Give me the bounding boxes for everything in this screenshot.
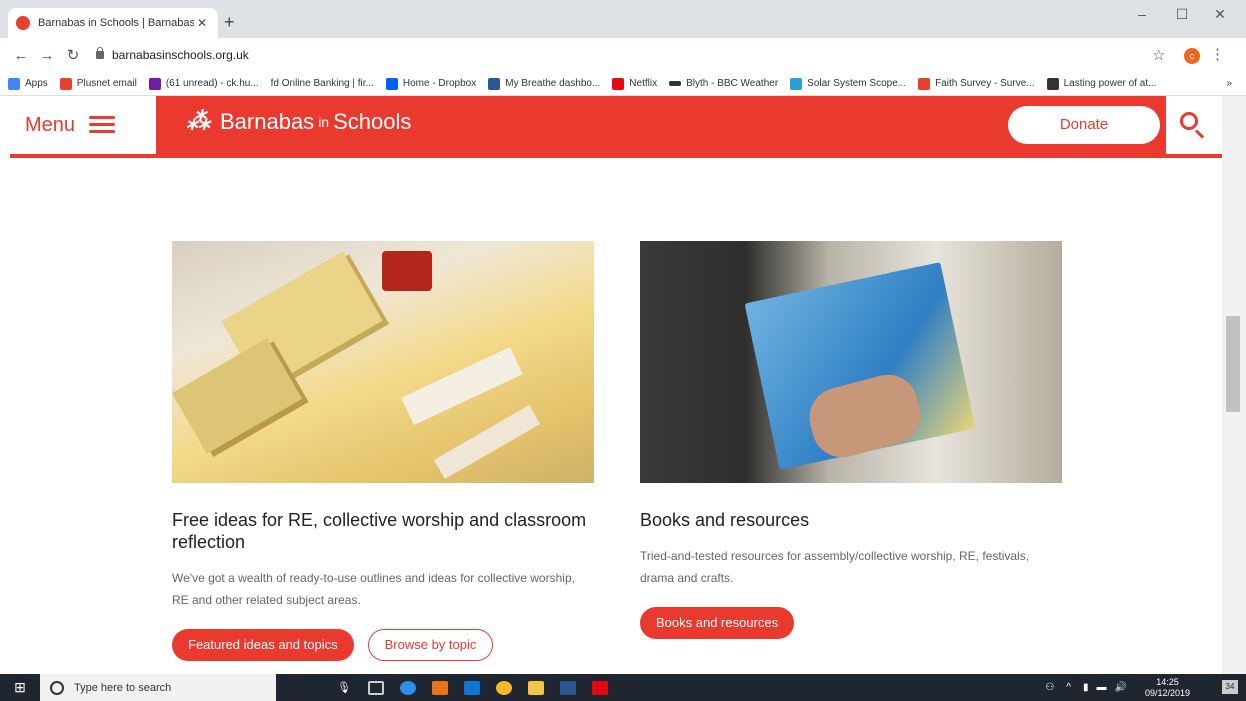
card-title: Books and resources	[640, 510, 810, 530]
apps-icon	[8, 77, 20, 90]
url-text: barnabasinschools.org.uk	[112, 48, 249, 62]
books-photo-image	[640, 241, 1062, 483]
dropbox-icon	[385, 77, 398, 90]
windows-start-icon[interactable]: ⊞	[0, 679, 40, 696]
notification-center-icon[interactable]: 34	[1222, 680, 1238, 694]
solar-system-icon	[790, 77, 803, 90]
search-button[interactable]	[1166, 96, 1222, 154]
bookmark-item[interactable]: Blyth - BBC Weather	[669, 78, 778, 89]
system-tray: ⚇ ^ ▮ ▬ 🔊 14:25 09/12/2019	[1045, 674, 1190, 701]
featured-ideas-button[interactable]: Featured ideas and topics	[172, 629, 354, 661]
bookmark-star-icon[interactable]: ☆	[1152, 46, 1165, 64]
chrome-menu-icon[interactable]: ⋮	[1210, 45, 1225, 63]
netflix-app-icon[interactable]	[584, 674, 616, 701]
yahoo-mail-icon	[148, 77, 161, 90]
bookmarks-bar: Apps Plusnet email (61 unread) - ck.hu..…	[0, 72, 1246, 96]
bookmark-item[interactable]: Apps	[8, 77, 48, 90]
profile-avatar[interactable]: c	[1184, 48, 1200, 64]
file-explorer-icon[interactable]	[520, 674, 552, 701]
cortana-icon	[50, 680, 64, 695]
back-icon[interactable]: ←	[8, 47, 34, 64]
outlook-icon[interactable]	[456, 674, 488, 701]
taskbar-search-input[interactable]: Type here to search	[40, 674, 276, 701]
bookmark-item[interactable]: Plusnet email	[59, 77, 137, 90]
card-description: We've got a wealth of ready-to-use outli…	[172, 571, 575, 607]
show-hidden-icons-icon[interactable]: ^	[1066, 682, 1071, 693]
site-header: Menu ⁂ Barnabas in Schools Donate	[10, 96, 1222, 156]
netflix-icon	[612, 77, 625, 90]
menu-button[interactable]: Menu	[10, 96, 156, 154]
plusnet-icon	[59, 77, 72, 90]
close-tab-icon[interactable]: ✕	[194, 16, 210, 30]
browser-tab[interactable]: Barnabas in Schools | Barnabas i ✕	[8, 8, 218, 38]
network-icon[interactable]: ▮	[1083, 682, 1089, 693]
more-bookmarks-icon[interactable]: »	[1226, 78, 1232, 89]
window-close-icon[interactable]: ✕	[1200, 6, 1240, 23]
search-icon	[1180, 112, 1198, 130]
hamburger-icon	[89, 116, 116, 134]
scrollbar-thumb[interactable]	[1226, 316, 1240, 412]
url-field[interactable]: barnabasinschools.org.uk	[96, 47, 249, 62]
maximize-icon[interactable]: ☐	[1162, 6, 1202, 23]
tab-title: Barnabas in Schools | Barnabas i	[38, 17, 194, 29]
bookmark-item[interactable]: (61 unread) - ck.hu...	[148, 77, 259, 90]
edge-icon[interactable]	[392, 674, 424, 701]
barnabas-figures-icon: ⁂	[186, 108, 210, 135]
task-view-icon[interactable]	[360, 674, 392, 701]
card-books-resources: Books and resources Tried-and-tested res…	[640, 241, 1062, 639]
document-icon	[1046, 77, 1059, 90]
card-title: Free ideas for RE, collective worship an…	[172, 510, 587, 552]
bookmark-item[interactable]: Netflix	[612, 77, 657, 90]
battery-icon[interactable]: ▬	[1097, 682, 1107, 693]
donate-button[interactable]: Donate	[1008, 106, 1160, 144]
new-tab-icon[interactable]: +	[224, 12, 235, 33]
survey-icon	[918, 77, 931, 90]
card-free-ideas: Free ideas for RE, collective worship an…	[172, 241, 594, 661]
volume-icon[interactable]: 🔊	[1115, 682, 1127, 693]
reload-icon[interactable]: ↻	[60, 46, 86, 64]
forward-icon[interactable]: →	[34, 47, 60, 64]
bookmark-item[interactable]: My Breathe dashbo...	[488, 77, 600, 90]
bookmark-item[interactable]: Faith Survey - Surve...	[918, 77, 1035, 90]
header-underline	[10, 156, 1222, 158]
browse-by-topic-button[interactable]: Browse by topic	[367, 629, 494, 661]
page-scrollbar[interactable]	[1222, 96, 1246, 674]
chrome-icon[interactable]	[488, 674, 520, 701]
address-bar-row: ← → ↻ barnabasinschools.org.uk	[0, 38, 1246, 72]
bookmark-item[interactable]: Lasting power of at...	[1046, 77, 1156, 90]
page-viewport: Menu ⁂ Barnabas in Schools Donate Free i…	[0, 96, 1222, 674]
books-and-resources-button[interactable]: Books and resources	[640, 607, 795, 639]
minimize-icon[interactable]: –	[1122, 6, 1162, 22]
wooden-blocks-image	[172, 241, 594, 483]
bbc-icon	[669, 81, 682, 86]
windows-taskbar: ⊞ Type here to search 🎙 ⚇ ^ ▮ ▬ 🔊 14:25 …	[0, 674, 1246, 701]
people-icon[interactable]: ⚇	[1045, 682, 1054, 693]
site-favicon-icon	[16, 16, 30, 30]
site-logo[interactable]: ⁂ Barnabas in Schools	[186, 107, 411, 136]
lock-icon	[96, 47, 104, 59]
taskbar-clock[interactable]: 14:25 09/12/2019	[1145, 677, 1190, 699]
microphone-icon[interactable]: 🎙	[328, 674, 360, 701]
bookmark-item[interactable]: Home - Dropbox	[385, 77, 476, 90]
word-icon[interactable]	[552, 674, 584, 701]
media-player-icon[interactable]	[424, 674, 456, 701]
card-description: Tried-and-tested resources for assembly/…	[640, 549, 1030, 585]
breathe-icon	[488, 77, 501, 90]
tab-strip: Barnabas in Schools | Barnabas i ✕ + – ☐…	[0, 0, 1246, 38]
bookmark-item[interactable]: fd Online Banking | fir...	[271, 78, 374, 89]
bookmark-item[interactable]: Solar System Scope...	[790, 77, 906, 90]
